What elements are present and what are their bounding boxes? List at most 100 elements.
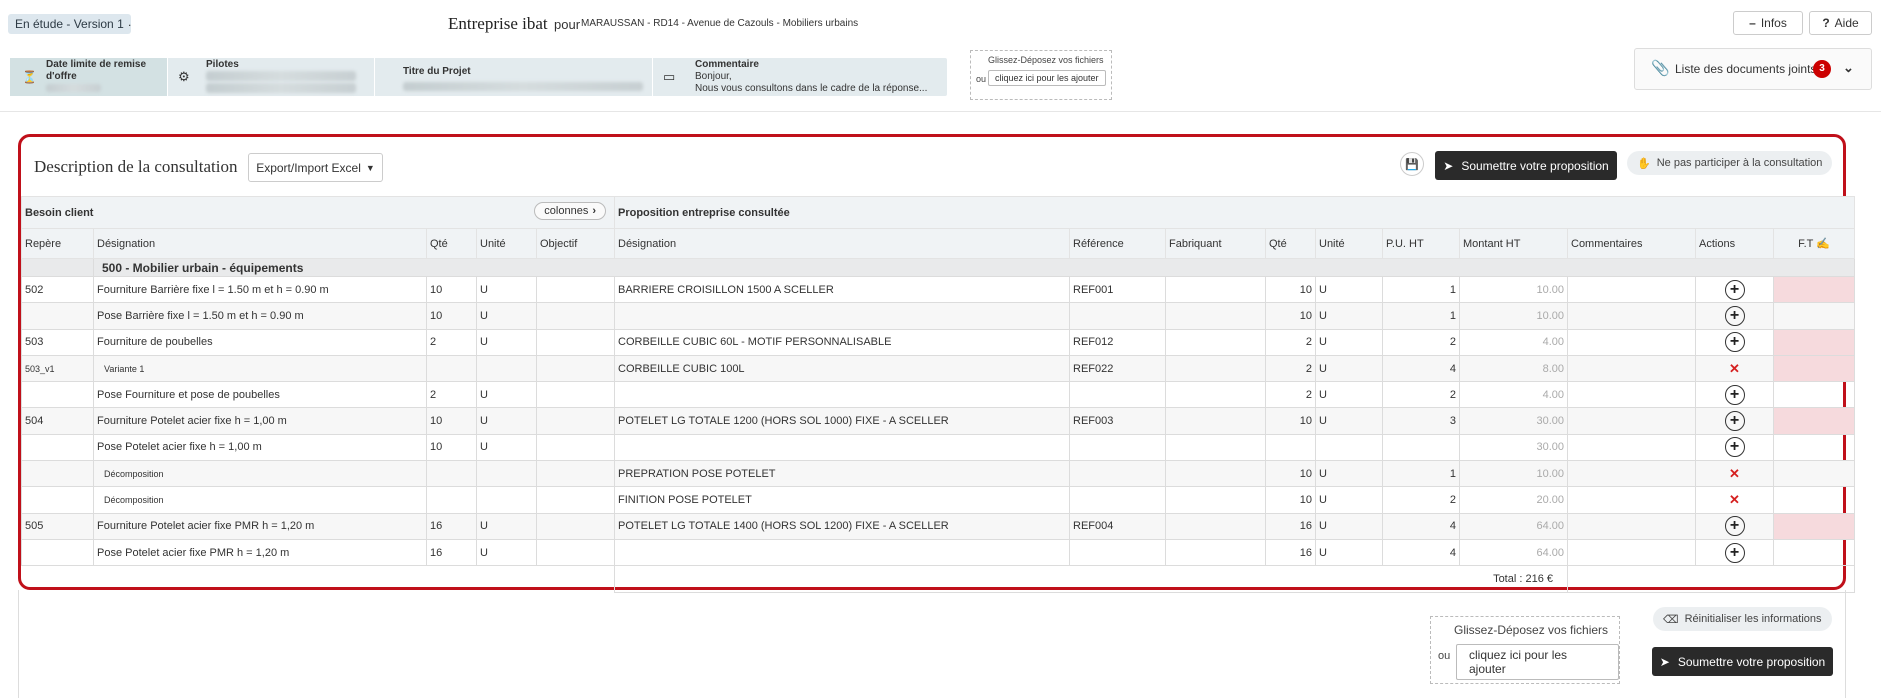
infos-button[interactable]: – Infos bbox=[1733, 11, 1803, 35]
cell-prop-unite[interactable]: U bbox=[1315, 538, 1383, 567]
cell-pu-ht[interactable]: 1 bbox=[1382, 302, 1460, 330]
cell-prop-qte[interactable]: 10 bbox=[1265, 302, 1316, 330]
cell-prop-unite[interactable]: U bbox=[1315, 302, 1383, 330]
cell-fabriquant[interactable] bbox=[1165, 407, 1266, 435]
add-circle-icon[interactable]: + bbox=[1724, 332, 1745, 353]
cell-prop-qte[interactable] bbox=[1265, 433, 1316, 462]
cell-reference[interactable]: REF022 bbox=[1069, 354, 1166, 383]
attached-docs-panel[interactable]: 📎 Liste des documents joints 3 ⌄ bbox=[1634, 48, 1872, 90]
cell-pu-ht[interactable]: 2 bbox=[1382, 381, 1460, 409]
add-circle-icon[interactable]: + bbox=[1724, 437, 1745, 458]
decline-consultation-button[interactable]: ✋ Ne pas participer à la consultation bbox=[1627, 151, 1833, 175]
add-circle-icon[interactable]: + bbox=[1724, 384, 1745, 405]
cell-prop-qte[interactable]: 10 bbox=[1265, 460, 1316, 488]
cell-pu-ht[interactable]: 4 bbox=[1382, 538, 1460, 567]
upload-dropzone-top[interactable]: Glissez-Déposez vos fichiers ou cliquez … bbox=[970, 50, 1112, 100]
add-circle-icon[interactable]: + bbox=[1724, 542, 1745, 563]
add-circle-icon[interactable]: + bbox=[1724, 305, 1745, 326]
cell-pu-ht[interactable]: 1 bbox=[1382, 460, 1460, 488]
cell-commentaires[interactable] bbox=[1567, 538, 1696, 567]
aide-button[interactable]: ? Aide bbox=[1809, 11, 1872, 35]
cell-prop-unite[interactable]: U bbox=[1315, 381, 1383, 409]
submit-proposal-button[interactable]: ➤ Soumettre votre proposition bbox=[1435, 151, 1617, 180]
cell-prop-designation[interactable]: FINITION POSE POTELET bbox=[614, 486, 1070, 514]
cell-prop-designation[interactable]: PREPRATION POSE POTELET bbox=[614, 460, 1070, 488]
cell-ft[interactable] bbox=[1773, 328, 1855, 356]
export-import-button[interactable]: Export/Import Excel ▼ bbox=[248, 153, 383, 182]
cell-ft[interactable] bbox=[1773, 460, 1855, 488]
add-circle-icon[interactable]: + bbox=[1724, 411, 1745, 432]
cell-prop-qte[interactable]: 16 bbox=[1265, 538, 1316, 567]
cell-reference[interactable] bbox=[1069, 381, 1166, 409]
cell-ft[interactable] bbox=[1773, 302, 1855, 330]
cell-pu-ht[interactable]: 3 bbox=[1382, 407, 1460, 435]
cell-ft[interactable] bbox=[1773, 407, 1855, 435]
cell-ft[interactable] bbox=[1773, 433, 1855, 462]
remove-icon[interactable]: ✕ bbox=[1729, 492, 1740, 507]
cell-prop-unite[interactable]: U bbox=[1315, 354, 1383, 383]
cell-pu-ht[interactable] bbox=[1382, 433, 1460, 462]
cell-prop-designation[interactable]: BARRIERE CROISILLON 1500 A SCELLER bbox=[614, 275, 1070, 304]
cell-fabriquant[interactable] bbox=[1165, 328, 1266, 356]
cell-prop-qte[interactable]: 2 bbox=[1265, 354, 1316, 383]
cell-reference[interactable]: REF004 bbox=[1069, 512, 1166, 540]
cell-prop-unite[interactable]: U bbox=[1315, 407, 1383, 435]
cell-commentaires[interactable] bbox=[1567, 302, 1696, 330]
cell-prop-qte[interactable]: 10 bbox=[1265, 486, 1316, 514]
cell-commentaires[interactable] bbox=[1567, 354, 1696, 383]
cell-reference[interactable] bbox=[1069, 433, 1166, 462]
cell-ft[interactable] bbox=[1773, 512, 1855, 540]
cell-prop-designation[interactable] bbox=[614, 433, 1070, 462]
add-circle-icon[interactable]: + bbox=[1724, 516, 1745, 537]
cell-commentaires[interactable] bbox=[1567, 460, 1696, 488]
cell-commentaires[interactable] bbox=[1567, 407, 1696, 435]
cell-commentaires[interactable] bbox=[1567, 486, 1696, 514]
reset-info-button[interactable]: ⌫ Réinitialiser les informations bbox=[1653, 607, 1832, 631]
submit-proposal-button-bottom[interactable]: ➤ Soumettre votre proposition bbox=[1652, 647, 1833, 676]
upload-click-button[interactable]: cliquez ici pour les ajouter bbox=[988, 70, 1106, 86]
save-button[interactable]: 💾 bbox=[1400, 152, 1424, 176]
cell-prop-unite[interactable]: U bbox=[1315, 275, 1383, 304]
upload-click-button-bottom[interactable]: cliquez ici pour les ajouter bbox=[1456, 644, 1619, 680]
cell-prop-designation[interactable]: CORBEILLE CUBIC 100L bbox=[614, 354, 1070, 383]
cell-prop-designation[interactable] bbox=[614, 381, 1070, 409]
cell-pu-ht[interactable]: 4 bbox=[1382, 512, 1460, 540]
cell-pu-ht[interactable]: 2 bbox=[1382, 486, 1460, 514]
cell-reference[interactable] bbox=[1069, 460, 1166, 488]
cell-reference[interactable] bbox=[1069, 302, 1166, 330]
cell-reference[interactable]: REF012 bbox=[1069, 328, 1166, 356]
cell-pu-ht[interactable]: 1 bbox=[1382, 275, 1460, 304]
cell-fabriquant[interactable] bbox=[1165, 302, 1266, 330]
cell-fabriquant[interactable] bbox=[1165, 460, 1266, 488]
cell-prop-designation[interactable] bbox=[614, 302, 1070, 330]
add-circle-icon[interactable]: + bbox=[1724, 279, 1745, 300]
cell-fabriquant[interactable] bbox=[1165, 433, 1266, 462]
chevron-down-icon[interactable]: ⌄ bbox=[1843, 60, 1854, 76]
cell-ft[interactable] bbox=[1773, 275, 1855, 304]
cell-prop-designation[interactable] bbox=[614, 538, 1070, 567]
cell-prop-unite[interactable]: U bbox=[1315, 512, 1383, 540]
cell-reference[interactable]: REF001 bbox=[1069, 275, 1166, 304]
cell-ft[interactable] bbox=[1773, 538, 1855, 567]
cell-reference[interactable] bbox=[1069, 486, 1166, 514]
cell-ft[interactable] bbox=[1773, 354, 1855, 383]
cell-prop-unite[interactable]: U bbox=[1315, 486, 1383, 514]
cell-ft[interactable] bbox=[1773, 381, 1855, 409]
cell-prop-qte[interactable]: 10 bbox=[1265, 407, 1316, 435]
cell-prop-unite[interactable]: U bbox=[1315, 328, 1383, 356]
cell-ft[interactable] bbox=[1773, 486, 1855, 514]
cell-commentaires[interactable] bbox=[1567, 433, 1696, 462]
remove-icon[interactable]: ✕ bbox=[1729, 361, 1740, 376]
cell-fabriquant[interactable] bbox=[1165, 512, 1266, 540]
cell-prop-qte[interactable]: 16 bbox=[1265, 512, 1316, 540]
cell-fabriquant[interactable] bbox=[1165, 354, 1266, 383]
columns-toggle-button[interactable]: colonnes › bbox=[534, 202, 606, 220]
cell-reference[interactable] bbox=[1069, 538, 1166, 567]
cell-prop-qte[interactable]: 2 bbox=[1265, 381, 1316, 409]
cell-prop-designation[interactable]: CORBEILLE CUBIC 60L - MOTIF PERSONNALISA… bbox=[614, 328, 1070, 356]
cell-prop-unite[interactable]: U bbox=[1315, 460, 1383, 488]
cell-commentaires[interactable] bbox=[1567, 381, 1696, 409]
cell-prop-qte[interactable]: 2 bbox=[1265, 328, 1316, 356]
cell-prop-unite[interactable] bbox=[1315, 433, 1383, 462]
remove-icon[interactable]: ✕ bbox=[1729, 466, 1740, 481]
